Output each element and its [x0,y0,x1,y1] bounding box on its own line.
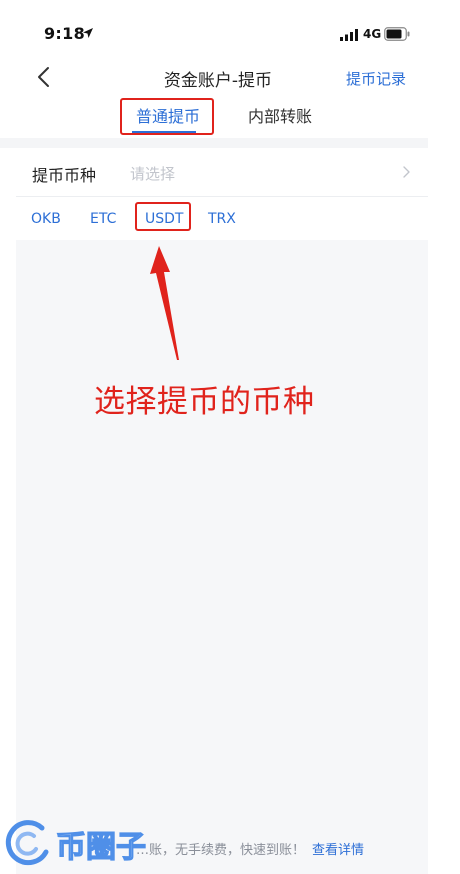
coin-select-input[interactable]: 请选择 [130,163,175,184]
location-arrow-icon [83,28,93,38]
watermark-text: 币圈子 [55,829,146,865]
coin-select-label: 提币币种 [32,166,97,185]
withdraw-records-link[interactable]: 提币记录 [346,68,406,89]
tab-highlight-box [120,98,214,135]
right-edge-strip [428,138,460,148]
annotation-text: 选择提币的币种 [94,384,315,420]
cell-signal-icon [340,29,358,41]
footer-note: …账，无手续费，快速到账！ [136,843,306,858]
coin-option-etc[interactable]: ETC [90,208,116,230]
network-label: 4G [363,27,382,41]
content-panel [16,240,428,874]
view-details-link[interactable]: 查看详情 [312,839,364,858]
coin-option-trx[interactable]: TRX [208,208,236,230]
section-gap [16,138,428,148]
usdt-highlight-box [135,202,191,231]
watermark-logo-icon [5,820,49,866]
annotation-arrow-icon [150,246,179,360]
chevron-right-icon[interactable] [400,164,412,180]
row-divider [16,196,428,197]
coin-option-okb[interactable]: OKB [31,208,61,230]
battery-icon [384,27,410,41]
status-time: 9:18 [44,24,85,43]
left-edge-strip [0,138,16,148]
tab-internal-transfer[interactable]: 内部转账 [238,100,322,134]
